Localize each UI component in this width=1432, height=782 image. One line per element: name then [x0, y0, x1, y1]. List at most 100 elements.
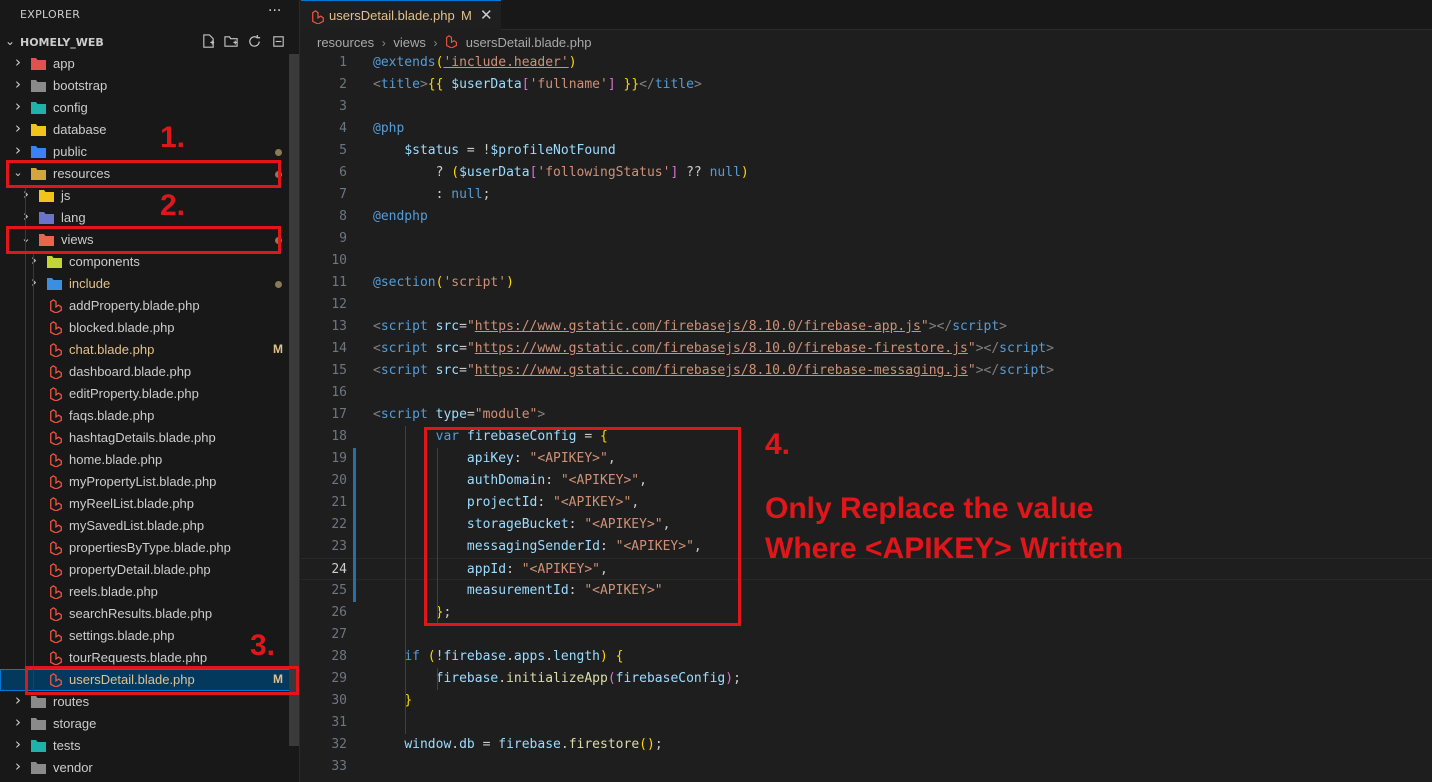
- tree-folder-database[interactable]: › database: [0, 119, 299, 141]
- tree-file[interactable]: addProperty.blade.php: [0, 295, 299, 317]
- code-line[interactable]: 7 : null;: [301, 184, 1432, 206]
- tab-users-detail[interactable]: usersDetail.blade.php M ✕: [301, 0, 501, 30]
- indent-guide: [437, 668, 438, 690]
- tree-file[interactable]: myPropertyList.blade.php: [0, 471, 299, 493]
- project-header[interactable]: ⌄ HOMELY_WEB: [0, 32, 299, 54]
- line-number: 1: [339, 55, 347, 70]
- code-line[interactable]: 5 $status = !$profileNotFound: [301, 140, 1432, 162]
- tree-folder-app[interactable]: › app: [0, 53, 299, 75]
- collapse-all-icon[interactable]: [270, 34, 286, 50]
- folder-icon: [39, 189, 54, 202]
- code-text: <script type="module">: [373, 407, 546, 422]
- code-line[interactable]: 14 <script src="https://www.gstatic.com/f…: [301, 338, 1432, 360]
- tree-item-label: blocked.blade.php: [69, 320, 175, 335]
- breadcrumb-item-file[interactable]: usersDetail.blade.php: [466, 35, 592, 50]
- tree-folder-include[interactable]: › include: [0, 273, 299, 295]
- tree-file[interactable]: myReelList.blade.php: [0, 493, 299, 515]
- tree-file[interactable]: home.blade.php: [0, 449, 299, 471]
- code-editor[interactable]: 1 @extends('include.header') 2 <title>{{ $u…: [301, 52, 1432, 782]
- sidebar-scrollbar[interactable]: [289, 54, 299, 746]
- tree-item-label: myPropertyList.blade.php: [69, 474, 217, 489]
- chevron-right-icon[interactable]: ›: [12, 713, 24, 731]
- laravel-icon: [49, 651, 64, 666]
- change-dot: [275, 149, 282, 156]
- tab-modified-badge: M: [461, 8, 472, 23]
- code-line[interactable]: 9: [301, 228, 1432, 250]
- laravel-icon: [49, 343, 64, 358]
- code-line[interactable]: 33: [301, 756, 1432, 778]
- tree-file[interactable]: faqs.blade.php: [0, 405, 299, 427]
- chevron-down-icon[interactable]: ⌄: [5, 34, 15, 48]
- chevron-right-icon[interactable]: ›: [12, 75, 24, 93]
- new-folder-icon[interactable]: [223, 34, 239, 50]
- code-line[interactable]: 17 <script type="module">: [301, 404, 1432, 426]
- laravel-icon: [49, 585, 64, 600]
- annotation-note-line-1: Only Replace the value: [765, 492, 1094, 525]
- line-number: 14: [331, 341, 347, 356]
- tree-file[interactable]: blocked.blade.php: [0, 317, 299, 339]
- explorer-more-button[interactable]: ···: [268, 3, 281, 19]
- close-icon[interactable]: ✕: [480, 6, 493, 24]
- laravel-icon: [49, 453, 64, 468]
- code-text: window.db = firebase.firestore();: [404, 737, 663, 752]
- code-line[interactable]: 32 window.db = firebase.firestore();: [301, 734, 1432, 756]
- tree-file[interactable]: hashtagDetails.blade.php: [0, 427, 299, 449]
- code-line[interactable]: 28 if (!firebase.apps.length) {: [301, 646, 1432, 668]
- tree-folder-bootstrap[interactable]: › bootstrap: [0, 75, 299, 97]
- tree-file[interactable]: dashboard.blade.php: [0, 361, 299, 383]
- code-line[interactable]: 12: [301, 294, 1432, 316]
- tree-folder-config[interactable]: › config: [0, 97, 299, 119]
- chevron-right-icon[interactable]: ›: [12, 53, 24, 71]
- code-line[interactable]: 27: [301, 624, 1432, 646]
- folder-icon: [31, 101, 46, 114]
- chevron-right-icon[interactable]: ›: [12, 97, 24, 115]
- tree-file[interactable]: propertyDetail.blade.php: [0, 559, 299, 581]
- tree-folder-storage[interactable]: › storage: [0, 713, 299, 735]
- code-line[interactable]: 30 }: [301, 690, 1432, 712]
- refresh-icon[interactable]: [246, 34, 262, 50]
- breadcrumb-item-views[interactable]: views: [393, 35, 426, 50]
- laravel-icon: [49, 387, 64, 402]
- code-line[interactable]: 6 ? ($userData['followingStatus'] ?? nul…: [301, 162, 1432, 184]
- laravel-icon: [49, 607, 64, 622]
- chevron-right-icon[interactable]: ›: [12, 691, 24, 709]
- code-line[interactable]: 15 <script src="https://www.gstatic.com/f…: [301, 360, 1432, 382]
- code-line[interactable]: 31: [301, 712, 1432, 734]
- chevron-right-icon[interactable]: ›: [12, 141, 24, 159]
- code-line[interactable]: 3: [301, 96, 1432, 118]
- tree-file[interactable]: reels.blade.php: [0, 581, 299, 603]
- line-number: 7: [339, 187, 347, 202]
- tree-folder-tests[interactable]: › tests: [0, 735, 299, 757]
- chevron-right-icon[interactable]: ›: [12, 735, 24, 753]
- new-file-icon[interactable]: [200, 34, 216, 50]
- line-number: 19: [331, 451, 347, 466]
- tree-file[interactable]: searchResults.blade.php: [0, 603, 299, 625]
- code-line[interactable]: 13 <script src="https://www.gstatic.com/f…: [301, 316, 1432, 338]
- code-line[interactable]: 8 @endphp: [301, 206, 1432, 228]
- chevron-right-icon[interactable]: ›: [12, 757, 24, 775]
- code-line[interactable]: 11 @section('script'): [301, 272, 1432, 294]
- chevron-right-icon[interactable]: ›: [28, 273, 40, 291]
- tree-file[interactable]: mySavedList.blade.php: [0, 515, 299, 537]
- tree-folder-js[interactable]: › js: [0, 185, 299, 207]
- code-line[interactable]: 2 <title>{{ $userData['fullname'] }}</tit…: [301, 74, 1432, 96]
- code-text: @php: [373, 121, 405, 136]
- tree-file[interactable]: propertiesByType.blade.php: [0, 537, 299, 559]
- code-text: ? ($userData['followingStatus'] ?? null): [373, 165, 749, 180]
- tree-file[interactable]: chat.blade.php M: [0, 339, 299, 361]
- code-line[interactable]: 29 firebase.initializeApp(firebaseConfig…: [301, 668, 1432, 690]
- tree-file[interactable]: editProperty.blade.php: [0, 383, 299, 405]
- code-line[interactable]: 10: [301, 250, 1432, 272]
- tree-folder-vendor[interactable]: › vendor: [0, 757, 299, 779]
- tree-item-label: tourRequests.blade.php: [69, 650, 208, 665]
- breadcrumb-item-resources[interactable]: resources: [317, 35, 374, 50]
- tree-folder-components[interactable]: › components: [0, 251, 299, 273]
- tree-item-label: editProperty.blade.php: [69, 386, 199, 401]
- chevron-right-icon[interactable]: ›: [20, 207, 32, 225]
- tree-item-label: settings.blade.php: [69, 628, 175, 643]
- code-line[interactable]: 16: [301, 382, 1432, 404]
- code-line[interactable]: 1 @extends('include.header'): [301, 52, 1432, 74]
- code-line[interactable]: 4 @php: [301, 118, 1432, 140]
- chevron-right-icon[interactable]: ›: [12, 119, 24, 137]
- annotation-number-3: 3.: [250, 629, 276, 662]
